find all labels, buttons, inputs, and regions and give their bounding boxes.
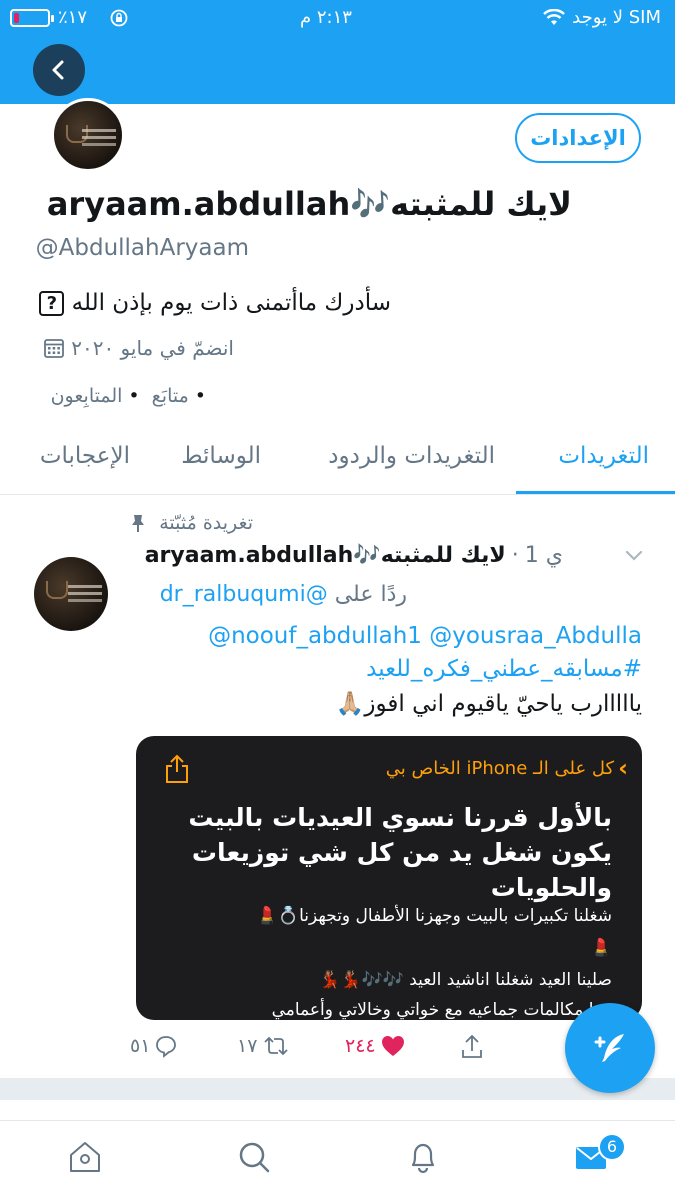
compose-tweet-button[interactable] (565, 1003, 655, 1093)
orientation-lock-icon (110, 9, 128, 32)
battery-icon (10, 9, 54, 27)
media-title: بالأول قررنا نسوي العيديات بالبيت يكون ش… (188, 803, 612, 902)
pin-icon (132, 515, 145, 532)
bottom-tab-bar (0, 1120, 675, 1200)
pinned-text: تغريدة مُثبّتة (159, 512, 253, 534)
clock: ٢:١٣ م (300, 7, 352, 28)
battery-level (14, 13, 20, 23)
reply-handle-link[interactable]: @dr_ralbuqumi (160, 582, 328, 607)
messages-badge: 6 (598, 1133, 626, 1161)
tweet-media-image[interactable]: › كل على الـ iPhone الخاص بي بالأول قررن… (136, 736, 642, 1020)
profile-display-name: aryaam.abdullah🎶لايك للمثبته (46, 185, 572, 223)
profile-avatar[interactable] (51, 98, 125, 172)
like-button[interactable]: ٢٤٤ (345, 1034, 406, 1058)
carrier-label: لا يوجد SIM (572, 7, 661, 28)
reply-icon (156, 1036, 177, 1058)
tweet-mentions[interactable]: @noouf_abdullah1 @yousraa_Abdulla (208, 623, 642, 649)
bell-icon[interactable] (405, 1139, 441, 1179)
active-tab-indicator (516, 491, 675, 494)
media-back-text: كل على الـ iPhone الخاص بي (385, 757, 615, 779)
search-icon[interactable] (236, 1139, 272, 1179)
tab-likes[interactable]: الإعجابات (40, 443, 130, 469)
nav-bar (0, 36, 675, 104)
retweet-count: ١٧ (237, 1035, 258, 1057)
tweet-hashtag[interactable]: #مسابقه_عطني_فكره_للعيد (366, 656, 642, 682)
tab-tweets-replies[interactable]: التغريدات والردود (328, 443, 495, 469)
heart-icon (381, 1036, 404, 1056)
retweet-icon (264, 1036, 289, 1056)
chevron-right-icon: › (618, 754, 628, 782)
compose-feather-icon (594, 1034, 624, 1062)
media-line-4: وبنا مكالمات جماعيه مع خواتي وخالاتي وأع… (271, 1000, 612, 1020)
followers-link[interactable]: •المتابِعون (51, 385, 146, 407)
section-divider (0, 1078, 675, 1100)
home-icon[interactable] (67, 1139, 103, 1179)
tweet-header: aryaam.abdullah🎶لايك للمثبته · 1 ي (145, 543, 563, 568)
share-icon (164, 754, 190, 788)
reply-button[interactable]: ٥١ (130, 1034, 178, 1058)
chevron-left-icon (52, 60, 64, 80)
media-line-1: شغلنا تكبيرات بالبيت وجهزنا الأطفال وتجه… (256, 906, 612, 926)
tweet-avatar[interactable] (34, 557, 108, 631)
reply-prefix: ردًا على (334, 582, 407, 607)
media-line-2: 💄 (590, 938, 612, 958)
settings-button[interactable]: الإعدادات (515, 113, 641, 163)
follow-stats: •متابَع •المتابِعون (51, 385, 212, 407)
tweet-menu-chevron-icon[interactable] (624, 548, 644, 567)
battery-percent: ٪١٧ (58, 7, 88, 28)
tab-tweets[interactable]: التغريدات (558, 443, 649, 469)
like-count: ٢٤٤ (345, 1035, 376, 1057)
tweet-time: 1 ي (524, 543, 563, 568)
profile-bio: سأدرك ماأتمنى ذات يوم بإذن الله ? (39, 290, 391, 316)
retweet-button[interactable]: ١٧ (237, 1034, 291, 1058)
media-line-3: صلينا العيد شغلنا اناشيد العيد 🎶🎶💃🏽💃🏽 (319, 970, 612, 990)
back-button[interactable] (33, 44, 85, 96)
tweet-dot: · (511, 543, 519, 568)
followers-label: المتابِعون (50, 385, 123, 407)
profile-tabs: التغريدات التغريدات والردود الوسائط الإع… (0, 425, 675, 495)
share-button[interactable] (460, 1034, 484, 1060)
wifi-icon (543, 8, 565, 31)
reply-count: ٥١ (130, 1035, 151, 1057)
joined-text: انضمّ في مايو ٢٠٢٠ (71, 336, 234, 360)
status-bar: لا يوجد SIM ٢:١٣ م ٪١٧ (0, 0, 675, 36)
joined-date: انضمّ في مايو ٢٠٢٠ (43, 336, 234, 360)
following-label: متابَع (151, 385, 189, 407)
calendar-icon (44, 339, 65, 358)
profile-handle: @AbdullahAryaam (35, 235, 249, 261)
share-tweet-icon (462, 1034, 482, 1058)
tweet-author-name[interactable]: aryaam.abdullah🎶لايك للمثبته (145, 543, 506, 568)
tweet-text: يااااارب ياحيّ ياقيوم اني افوز🙏🏼 (335, 691, 642, 717)
question-emoji-icon: ? (39, 291, 65, 316)
bio-text: سأدرك ماأتمنى ذات يوم بإذن الله (71, 290, 391, 316)
media-back-label: › كل على الـ iPhone الخاص بي (386, 754, 628, 782)
following-link[interactable]: •متابَع (152, 385, 212, 407)
reply-to: ردًا على @dr_ralbuqumi (160, 582, 407, 607)
pinned-label: تغريدة مُثبّتة (129, 512, 253, 534)
tab-media[interactable]: الوسائط (181, 443, 261, 469)
